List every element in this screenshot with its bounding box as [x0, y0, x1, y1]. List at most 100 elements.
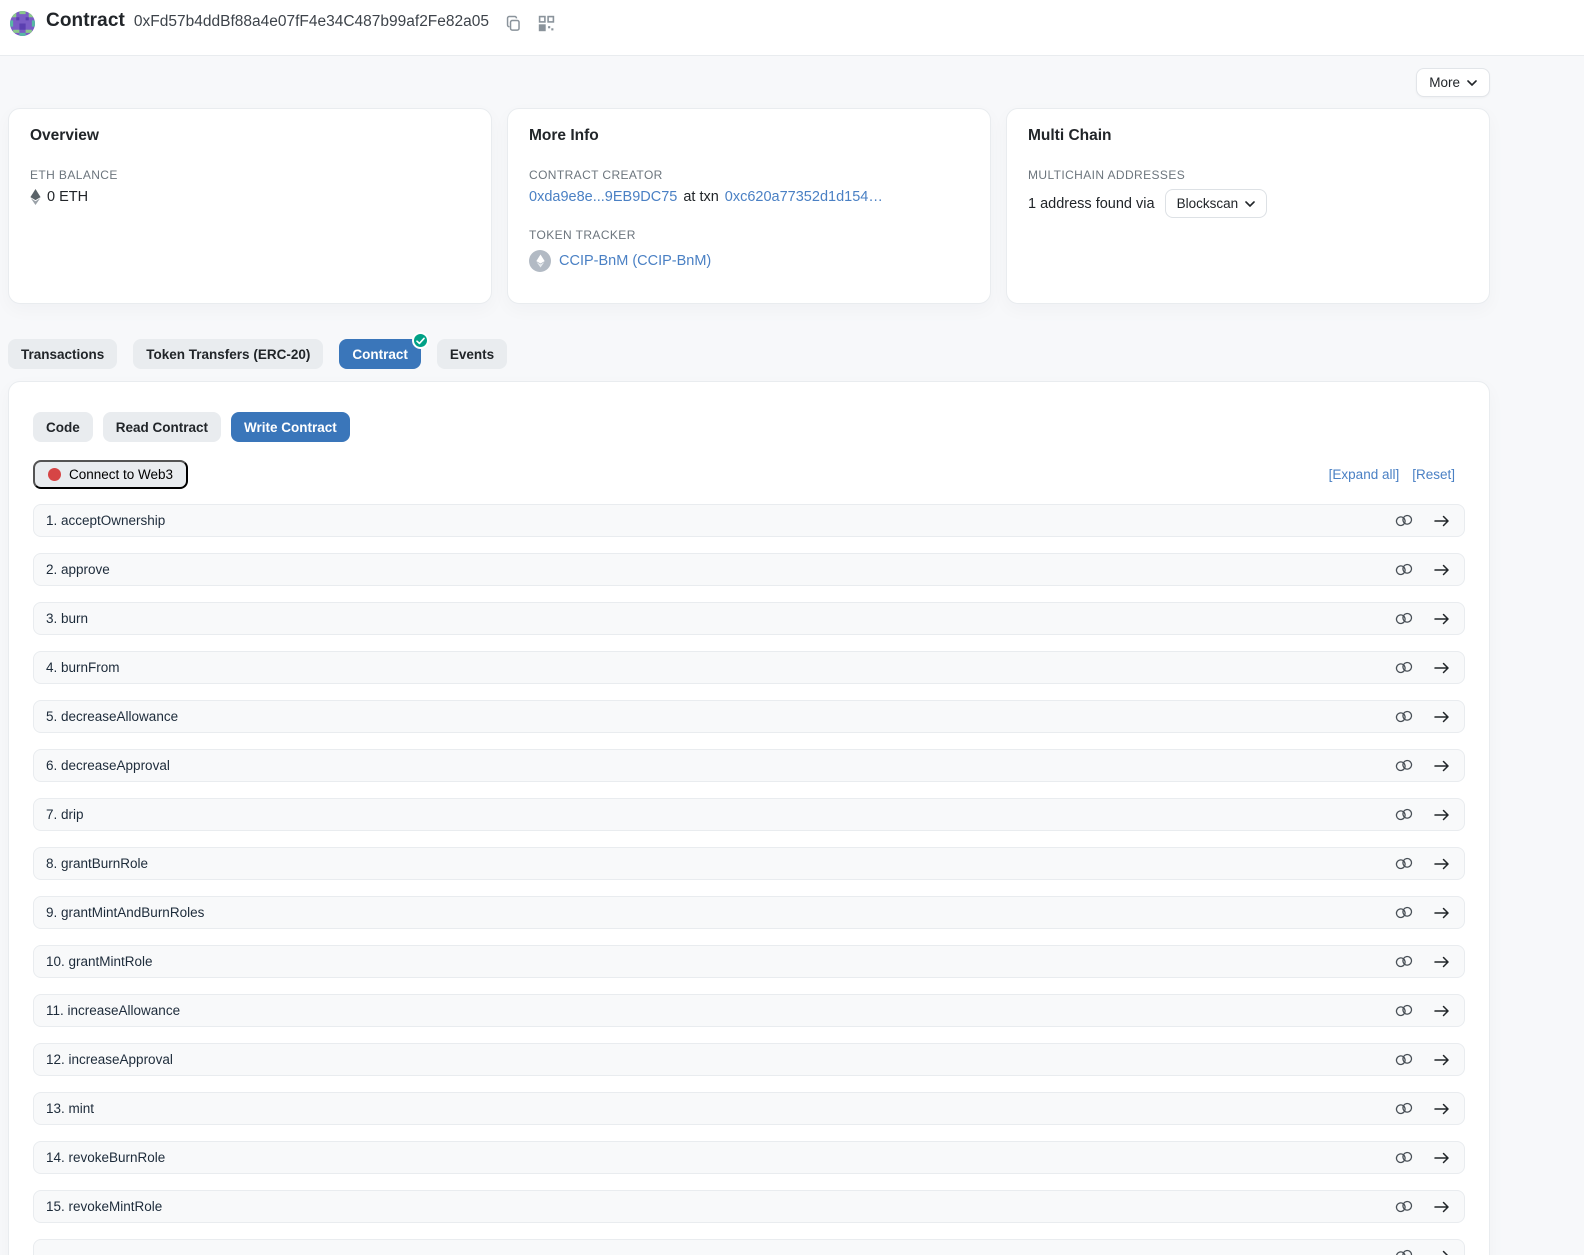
- page-title: Contract: [46, 10, 125, 32]
- permalink-icon[interactable]: [1395, 808, 1413, 821]
- function-label: 15. revokeMintRole: [46, 1199, 162, 1214]
- permalink-icon[interactable]: [1395, 563, 1413, 576]
- chevron-down-icon: [1245, 201, 1255, 207]
- at-txn-text: at txn: [683, 189, 718, 205]
- function-row[interactable]: 4. burnFrom: [33, 651, 1465, 684]
- open-function-arrow-icon[interactable]: [1434, 662, 1450, 674]
- open-function-arrow-icon[interactable]: [1434, 809, 1450, 821]
- function-label: 12. increaseApproval: [46, 1052, 173, 1067]
- function-row[interactable]: 11. increaseAllowance: [33, 994, 1465, 1027]
- connect-to-web3-label: Connect to Web3: [69, 467, 173, 482]
- permalink-icon[interactable]: [1395, 1004, 1413, 1017]
- permalink-icon[interactable]: [1395, 955, 1413, 968]
- open-function-arrow-icon[interactable]: [1434, 858, 1450, 870]
- function-label: 13. mint: [46, 1101, 94, 1116]
- permalink-icon[interactable]: [1395, 759, 1413, 772]
- permalink-icon[interactable]: [1395, 1200, 1413, 1213]
- function-label: 10. grantMintRole: [46, 954, 153, 969]
- permalink-icon[interactable]: [1395, 710, 1413, 723]
- function-row[interactable]: 1. acceptOwnership: [33, 504, 1465, 537]
- subtab-read-contract[interactable]: Read Contract: [103, 412, 221, 442]
- reset-link[interactable]: [Reset]: [1412, 467, 1455, 482]
- contract-subtabs: Code Read Contract Write Contract: [33, 412, 1465, 442]
- token-logo-icon: [529, 250, 551, 272]
- creator-address-link[interactable]: 0xda9e8e...9EB9DC75: [529, 189, 677, 205]
- subtab-write-contract[interactable]: Write Contract: [231, 412, 350, 442]
- page-header: Contract 0xFd57b4ddBf88a4e07fF4e34C487b9…: [0, 0, 1584, 56]
- token-tracker-link[interactable]: CCIP-BnM (CCIP-BnM): [559, 253, 711, 269]
- multichain-card: Multi Chain MULTICHAIN ADDRESSES 1 addre…: [1006, 108, 1490, 304]
- open-function-arrow-icon[interactable]: [1434, 564, 1450, 576]
- copy-address-icon[interactable]: [505, 15, 522, 32]
- open-function-arrow-icon[interactable]: [1434, 1250, 1450, 1255]
- function-row[interactable]: 10. grantMintRole: [33, 945, 1465, 978]
- toolbar-row: More: [8, 68, 1490, 97]
- blockscan-dropdown[interactable]: Blockscan: [1165, 189, 1268, 218]
- open-function-arrow-icon[interactable]: [1434, 515, 1450, 527]
- function-row[interactable]: 5. decreaseAllowance: [33, 700, 1465, 733]
- function-row[interactable]: 12. increaseApproval: [33, 1043, 1465, 1076]
- open-function-arrow-icon[interactable]: [1434, 613, 1450, 625]
- function-row[interactable]: 13. mint: [33, 1092, 1465, 1125]
- function-label: 9. grantMintAndBurnRoles: [46, 905, 204, 920]
- function-row[interactable]: 8. grantBurnRole: [33, 847, 1465, 880]
- open-function-arrow-icon[interactable]: [1434, 1005, 1450, 1017]
- function-label: 1. acceptOwnership: [46, 513, 165, 528]
- write-contract-toolbar: Connect to Web3 [Expand all] [Reset]: [33, 460, 1465, 489]
- contract-panel: Code Read Contract Write Contract Connec…: [8, 381, 1490, 1255]
- function-row[interactable]: 14. revokeBurnRole: [33, 1141, 1465, 1174]
- address-tabs: Transactions Token Transfers (ERC-20) Co…: [8, 339, 1490, 369]
- permalink-icon[interactable]: [1395, 661, 1413, 674]
- function-row[interactable]: 6. decreaseApproval: [33, 749, 1465, 782]
- permalink-icon[interactable]: [1395, 857, 1413, 870]
- chevron-down-icon: [1467, 80, 1477, 86]
- write-function-list: 1. acceptOwnership 2. approve: [33, 504, 1465, 1255]
- subtab-code[interactable]: Code: [33, 412, 93, 442]
- permalink-icon[interactable]: [1395, 514, 1413, 527]
- overview-card-title: Overview: [30, 127, 470, 145]
- creation-txn-link[interactable]: 0xc620a77352d1d154…: [725, 189, 883, 205]
- function-label: 7. drip: [46, 807, 84, 822]
- open-function-arrow-icon[interactable]: [1434, 1054, 1450, 1066]
- info-cards: Overview ETH BALANCE 0 ETH More Info CON…: [8, 108, 1490, 304]
- permalink-icon[interactable]: [1395, 1053, 1413, 1066]
- function-label: 3. burn: [46, 611, 88, 626]
- open-function-arrow-icon[interactable]: [1434, 956, 1450, 968]
- open-function-arrow-icon[interactable]: [1434, 1201, 1450, 1213]
- open-function-arrow-icon[interactable]: [1434, 1152, 1450, 1164]
- addresses-found-text: 1 address found via: [1028, 196, 1155, 212]
- function-label: 6. decreaseApproval: [46, 758, 170, 773]
- open-function-arrow-icon[interactable]: [1434, 907, 1450, 919]
- tab-transactions[interactable]: Transactions: [8, 339, 117, 369]
- function-label: 11. increaseAllowance: [46, 1003, 180, 1018]
- tab-contract[interactable]: Contract: [339, 339, 421, 369]
- multichain-addresses-label: MULTICHAIN ADDRESSES: [1028, 168, 1468, 182]
- contract-creator-label: CONTRACT CREATOR: [529, 168, 969, 182]
- function-row[interactable]: 2. approve: [33, 553, 1465, 586]
- permalink-icon[interactable]: [1395, 1102, 1413, 1115]
- function-row[interactable]: 3. burn: [33, 602, 1465, 635]
- tab-token-transfers[interactable]: Token Transfers (ERC-20): [133, 339, 323, 369]
- open-function-arrow-icon[interactable]: [1434, 711, 1450, 723]
- function-row[interactable]: 9. grantMintAndBurnRoles: [33, 896, 1465, 929]
- permalink-icon[interactable]: [1395, 1249, 1413, 1255]
- open-function-arrow-icon[interactable]: [1434, 1103, 1450, 1115]
- multichain-card-title: Multi Chain: [1028, 127, 1468, 145]
- function-row[interactable]: 15. revokeMintRole: [33, 1190, 1465, 1223]
- eth-balance-label: ETH BALANCE: [30, 168, 470, 182]
- eth-balance-value: 0 ETH: [47, 189, 88, 205]
- open-function-arrow-icon[interactable]: [1434, 760, 1450, 772]
- function-row[interactable]: 7. drip: [33, 798, 1465, 831]
- permalink-icon[interactable]: [1395, 1151, 1413, 1164]
- function-label: 4. burnFrom: [46, 660, 120, 675]
- permalink-icon[interactable]: [1395, 906, 1413, 919]
- qr-code-icon[interactable]: [538, 15, 555, 32]
- function-row-partial[interactable]: [33, 1239, 1465, 1255]
- more-info-card-title: More Info: [529, 127, 969, 145]
- permalink-icon[interactable]: [1395, 612, 1413, 625]
- disconnected-status-icon: [48, 468, 61, 481]
- more-button[interactable]: More: [1416, 68, 1490, 97]
- expand-all-link[interactable]: [Expand all]: [1329, 467, 1400, 482]
- tab-events[interactable]: Events: [437, 339, 507, 369]
- connect-to-web3-button[interactable]: Connect to Web3: [33, 460, 188, 489]
